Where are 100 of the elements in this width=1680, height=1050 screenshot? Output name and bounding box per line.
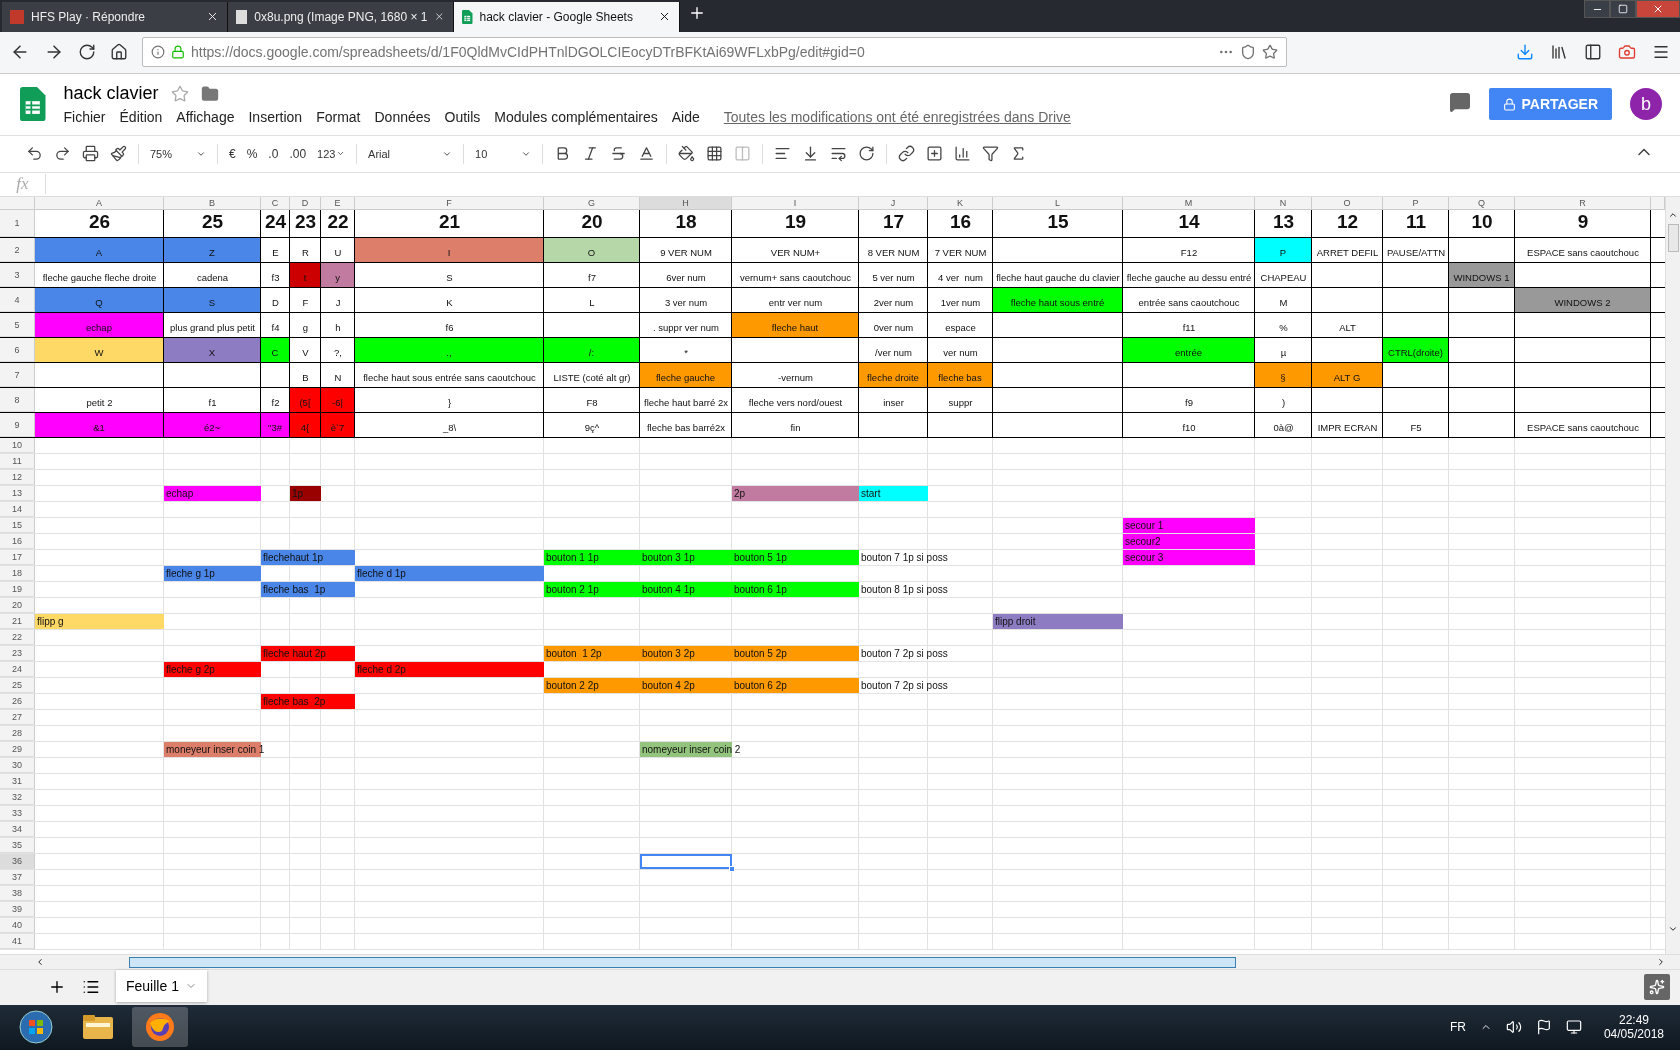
paint-format-icon[interactable] — [110, 145, 127, 163]
percent-button[interactable]: % — [246, 146, 258, 161]
text-rotation-icon[interactable] — [858, 145, 876, 163]
row-header[interactable]: 36 — [0, 854, 35, 870]
font-size-dropdown[interactable]: 10 — [475, 147, 532, 160]
document-title[interactable]: hack clavier — [63, 83, 159, 105]
filter-icon[interactable] — [982, 145, 1000, 163]
text-color-icon[interactable] — [638, 145, 656, 163]
increase-decimals-button[interactable]: .00 — [289, 146, 307, 161]
row-header[interactable]: 9 — [0, 413, 35, 438]
strikethrough-icon[interactable] — [610, 145, 628, 163]
row-header[interactable]: 29 — [0, 742, 35, 758]
menu-item[interactable]: Outils — [444, 109, 481, 126]
row-header[interactable]: 39 — [0, 902, 35, 918]
column-header[interactable]: N — [1255, 197, 1312, 211]
row-header[interactable]: 11 — [0, 454, 35, 470]
row-header[interactable]: 6 — [0, 338, 35, 363]
menu-item[interactable]: Format — [316, 109, 361, 126]
row-header[interactable]: 3 — [0, 263, 35, 288]
row-header[interactable]: 15 — [0, 518, 35, 534]
maximize-button[interactable] — [1610, 0, 1636, 18]
row-header[interactable]: 13 — [0, 486, 35, 502]
row-header[interactable]: 23 — [0, 646, 35, 662]
menu-item[interactable]: Modules complémentaires — [494, 109, 658, 126]
star-icon[interactable] — [170, 85, 189, 103]
row-header[interactable]: 41 — [0, 934, 35, 950]
column-header[interactable]: O — [1312, 197, 1383, 211]
browser-tab[interactable]: 0x8u.png (Image PNG, 1680 × 1 — [228, 1, 454, 32]
column-header[interactable]: A — [35, 197, 164, 211]
menu-item[interactable]: Données — [374, 109, 431, 126]
row-header[interactable]: 1 — [0, 210, 35, 238]
row-header[interactable]: 30 — [0, 758, 35, 774]
row-header[interactable]: 25 — [0, 678, 35, 694]
link-icon[interactable] — [898, 145, 916, 163]
row-header[interactable]: 21 — [0, 614, 35, 630]
column-header[interactable]: C — [261, 197, 290, 211]
home-icon[interactable] — [110, 43, 128, 62]
library-icon[interactable] — [1550, 43, 1568, 62]
row-header[interactable]: 27 — [0, 710, 35, 726]
camera-icon[interactable] — [1618, 43, 1636, 62]
sidebar-icon[interactable] — [1584, 43, 1602, 62]
scrollbar-thumb[interactable] — [129, 956, 1236, 968]
row-header[interactable]: 31 — [0, 774, 35, 790]
row-header[interactable]: 24 — [0, 662, 35, 678]
row-header[interactable]: 28 — [0, 726, 35, 742]
scroll-right-icon[interactable] — [1656, 957, 1666, 968]
menu-item[interactable]: Édition — [119, 109, 163, 126]
scrollbar-thumb[interactable] — [1667, 224, 1679, 253]
column-header[interactable]: K — [928, 197, 993, 211]
url-field[interactable]: https://docs.google.com/spreadsheets/d/1F0QldMvCIdPHTnlDGOLCIEocyDTrBFKtAi69WFLxbPg/edit#gid=0 — [142, 37, 1287, 68]
merge-cells-icon[interactable] — [734, 145, 752, 163]
redo-icon[interactable] — [54, 145, 71, 163]
column-header[interactable]: B — [164, 197, 261, 211]
menu-item[interactable]: Affichage — [176, 109, 235, 126]
column-header[interactable]: R — [1515, 197, 1651, 211]
comments-icon[interactable] — [1448, 91, 1471, 114]
row-header[interactable]: 34 — [0, 822, 35, 838]
decrease-decimals-button[interactable]: .0 — [268, 146, 279, 161]
column-header[interactable]: J — [859, 197, 928, 211]
row-header[interactable]: 2 — [0, 238, 35, 263]
clock[interactable]: 22:49 04/05/2018 — [1603, 1013, 1664, 1042]
fill-handle[interactable] — [729, 866, 735, 873]
row-header[interactable]: 22 — [0, 630, 35, 646]
column-header[interactable]: G — [544, 197, 640, 211]
language-indicator[interactable]: FR — [1449, 1020, 1466, 1035]
fill-color-icon[interactable] — [678, 145, 696, 163]
font-dropdown[interactable]: Arial — [368, 147, 453, 160]
row-header[interactable]: 18 — [0, 566, 35, 582]
chart-icon[interactable] — [954, 145, 972, 163]
column-header[interactable]: I — [732, 197, 859, 211]
row-header[interactable]: 5 — [0, 313, 35, 338]
currency-button[interactable]: € — [229, 146, 236, 161]
row-header[interactable]: 8 — [0, 388, 35, 413]
browser-tab[interactable]: hack clavier - Google Sheets — [454, 1, 680, 32]
row-header[interactable]: 38 — [0, 886, 35, 902]
flag-icon[interactable] — [1535, 1019, 1552, 1036]
row-header[interactable]: 35 — [0, 838, 35, 854]
browser-taskbar-button[interactable] — [132, 1007, 188, 1048]
column-header[interactable]: M — [1123, 197, 1255, 211]
row-header[interactable]: 40 — [0, 918, 35, 934]
menu-item[interactable]: Aide — [671, 109, 700, 126]
row-header[interactable]: 19 — [0, 582, 35, 598]
print-icon[interactable] — [82, 145, 99, 163]
active-cell[interactable] — [640, 854, 732, 870]
row-header[interactable]: 10 — [0, 438, 35, 454]
scroll-left-icon[interactable] — [35, 957, 45, 968]
explore-button[interactable] — [1644, 974, 1670, 1001]
network-icon[interactable] — [1565, 1019, 1582, 1036]
column-header[interactable]: H — [640, 197, 732, 211]
menu-item[interactable]: Fichier — [63, 109, 106, 126]
browser-tab[interactable]: HFS Play · Répondre — [2, 1, 228, 32]
share-button[interactable]: PARTAGER — [1488, 88, 1612, 121]
column-header[interactable]: E — [321, 197, 355, 211]
row-header[interactable]: 26 — [0, 694, 35, 710]
row-header[interactable]: 17 — [0, 550, 35, 566]
avatar[interactable]: b — [1630, 88, 1662, 121]
row-header[interactable]: 33 — [0, 806, 35, 822]
comment-icon[interactable] — [926, 145, 944, 163]
row-header[interactable]: 4 — [0, 288, 35, 313]
row-header[interactable]: 7 — [0, 363, 35, 388]
